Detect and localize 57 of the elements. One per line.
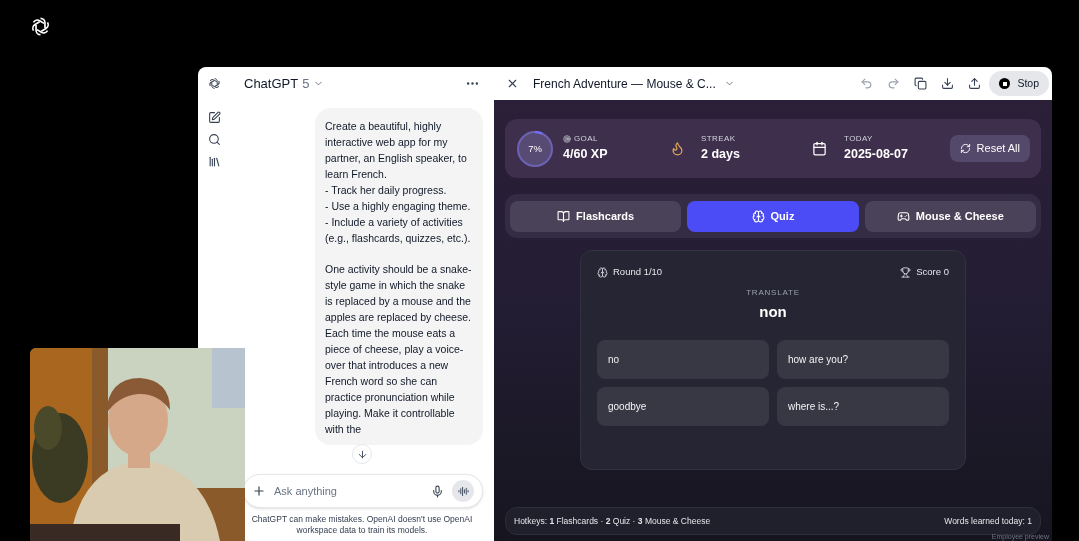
streak-value: 2 days [701,146,741,164]
message-text: - Include a variety of activities (e.g., flashcards, quizzes, etc.). [325,215,472,246]
goal-value: 4/60 XP [563,146,609,164]
library-icon[interactable] [207,155,221,168]
stop-button[interactable]: Stop [989,71,1049,96]
new-chat-icon[interactable] [207,111,221,124]
answer-option[interactable]: goodbye [597,386,769,426]
copy-icon[interactable] [914,77,928,90]
tab[interactable]: Quiz [687,200,859,232]
download-icon[interactable] [941,77,955,90]
streak-label: STREAK [701,133,737,146]
plus-icon[interactable] [252,484,266,498]
quiz-word: non [759,302,787,323]
waveform-icon [457,485,469,497]
answer-option[interactable]: no [597,339,769,379]
brain-icon [751,209,765,223]
close-icon[interactable] [506,77,519,90]
logo-icon [206,76,222,91]
composer-field[interactable]: Ask anything [243,474,483,508]
input-field[interactable]: Ask anything [274,482,423,500]
calendar-icon [812,141,827,156]
words-learned-text: Words learned today: 1 [944,514,1032,528]
flame-icon [670,141,685,156]
answer-option[interactable]: where is...? [777,386,949,426]
progress-label: 7% [528,143,542,154]
round-label: Round 1/10 [613,265,663,279]
today-value: 2025-08-07 [844,146,908,164]
voice-button[interactable] [452,480,474,502]
refresh-icon [959,143,971,154]
search-icon[interactable] [207,133,221,146]
gamepad-icon [896,209,910,223]
goal-label: GOAL [574,133,598,146]
disclaimer-text: ChatGPT can make mistakes. OpenAI doesn't use OpenAI workspace data to train its models. [250,513,474,537]
message-text: - Use a highly engaging theme. [325,199,472,214]
chat-title[interactable]: ChatGPT [244,73,299,94]
message-text: One activity should be a snake-style game in which the snake is replaced by a mouse and the apples are replaced by cheese. Each time the mouse eats a piece of cheese, play a voice-over that introduces a new French word so she can practice pronunciation while playing. Make it controllable with the [325,262,473,437]
stop-icon [999,78,1011,89]
scroll-down-button[interactable] [352,444,372,464]
score-label: Score 0 [916,265,949,279]
tab[interactable]: Flashcards [510,200,682,232]
book-icon [557,209,571,223]
hotkeys-text: Hotkeys: 1 Flashcards · 2 Quiz · 3 Mouse & Cheese [514,514,711,528]
arrow-down-icon [356,448,368,460]
target-icon [563,135,571,144]
prompt-label: TRANSLATE [746,287,800,300]
message-text: Create a beautiful, highly interactive web app for my partner, an English speaker, to learn French. [325,119,468,182]
canvas-title[interactable]: French Adventure — Mouse & C... [533,74,716,93]
today-label: TODAY [844,133,874,146]
trophy-icon [900,266,912,278]
mic-icon[interactable] [431,484,444,498]
tab[interactable]: Mouse & Cheese [864,200,1036,232]
share-icon[interactable] [968,77,982,90]
reset-button[interactable]: Reset All [949,135,1030,162]
message-text: - Track her daily progress. [325,183,448,198]
brain-icon [597,266,608,278]
model-label[interactable]: 5 [302,73,310,94]
answer-option[interactable]: how are you? [777,339,949,379]
